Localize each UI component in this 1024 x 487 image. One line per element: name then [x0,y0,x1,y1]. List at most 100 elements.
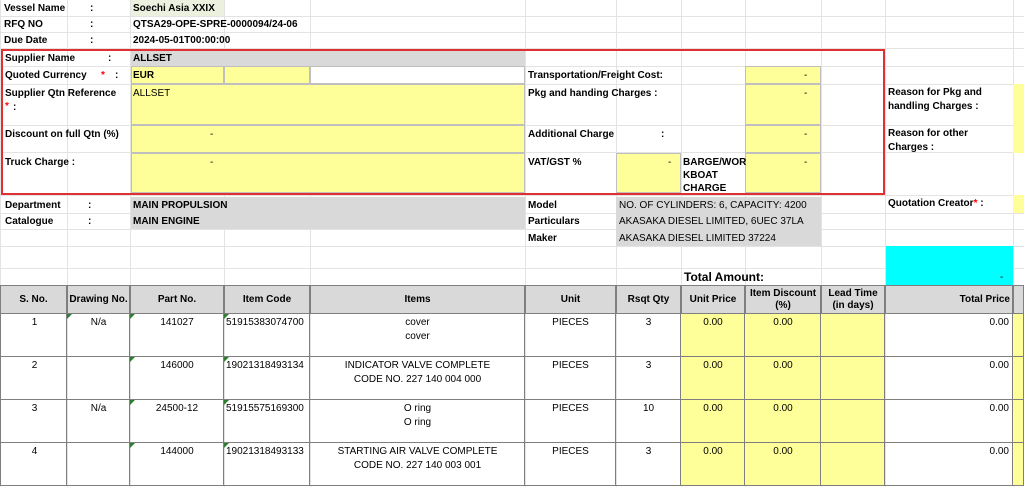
item-description-line-2: cover [405,331,430,342]
cell-unit-value: PIECES [552,446,589,457]
col-header-drawing[interactable]: Drawing No. [67,285,130,314]
cell-lead-time[interactable] [821,314,885,357]
truck-charge-input[interactable]: - [210,157,213,169]
rfq-no-colon: : [90,19,94,30]
cell-item-discount[interactable]: 0.00 [745,314,821,357]
cell-items: STARTING AIR VALVE COMPLETE CODE NO. 227 … [310,443,525,486]
department-value: MAIN PROPULSION [133,200,228,211]
col-header-items[interactable]: Items [310,285,525,314]
particulars-label: Particulars [528,216,580,227]
pkg-charges-input[interactable]: - [804,88,807,100]
cell-part-no: 141027 [130,314,224,357]
discount-full-qtn-input[interactable]: - [210,129,213,141]
cell-part-no-value: 144000 [160,446,194,457]
comment-indicator-icon [130,443,135,448]
transport-cost-input[interactable]: - [804,70,807,82]
col-header-item-code[interactable]: Item Code [224,285,310,314]
cell-extra[interactable] [1013,400,1024,443]
cell-sno-value: 3 [31,403,38,414]
item-description-line-2: CODE NO. 227 140 003 001 [353,460,482,471]
col-header-lead-time[interactable]: Lead Time (in days) [821,285,885,314]
cell-unit-price[interactable]: 0.00 [681,443,745,486]
cell-total-price: 0.00 [885,443,1013,486]
rfq-no-value[interactable]: QTSA29-OPE-SPRE-0000094/24-06 [133,19,298,31]
cell-lead-time[interactable] [821,443,885,486]
cell-qty-value: 3 [645,317,652,328]
supplier-qtn-ref-label: Supplier Qtn Reference [5,88,117,99]
supplier-name-value[interactable]: ALLSET [133,53,172,65]
department-label: Department [5,200,61,211]
cell-total-price: 0.00 [885,314,1013,357]
col-header-unit[interactable]: Unit [525,285,616,314]
due-date-value[interactable]: 2024-05-01T00:00:00 [133,35,230,47]
cell-total-price: 0.00 [885,357,1013,400]
cell-items: O ring O ring [310,400,525,443]
model-label: Model [528,200,557,211]
comment-indicator-icon [130,314,135,319]
cell-part-no: 144000 [130,443,224,486]
cell-qty-value: 3 [645,446,652,457]
col-header-part[interactable]: Part No. [130,285,224,314]
cell-sno: 4 [0,443,67,486]
cell-item-discount[interactable]: 0.00 [745,443,821,486]
additional-charge-colon: : [661,129,665,140]
additional-charge-label: Additional Charge [528,129,615,140]
cell-extra[interactable] [1013,357,1024,400]
cell-lead-time[interactable] [821,357,885,400]
col-header-qty[interactable]: Rsqt Qty [616,285,681,314]
supplier-qtn-ref-input[interactable]: ALLSET [133,88,170,100]
cell-part-no-value: 146000 [160,360,194,371]
total-amount-cell [886,246,1013,285]
pkg-reason-label-1: Reason for Pkg and [888,87,982,98]
cell-drawing: N/a [67,314,130,357]
cell-item-code: 51915575169300 [224,400,310,443]
cell-extra[interactable] [1013,314,1024,357]
cell-drawing [67,443,130,486]
barge-charge-label-1: BARGE/WOR [683,157,747,168]
cell-item-code-value: 51915383074700 [226,317,304,328]
transport-cost-label: Transportation/Freight Cost: [528,70,663,81]
col-header-item-discount[interactable]: Item Discount (%) [745,285,821,314]
cell-item-discount-value: 0.00 [773,446,793,457]
vessel-name-colon: : [90,3,94,14]
vessel-name-value[interactable]: Soechi Asia XXIX [133,3,215,15]
cell-unit-price[interactable]: 0.00 [681,357,745,400]
cell-item-discount[interactable]: 0.00 [745,357,821,400]
barge-charge-input[interactable]: - [804,157,807,169]
catalogue-label: Catalogue [5,216,54,227]
cell-sno: 1 [0,314,67,357]
cell-sno-value: 4 [31,446,38,457]
col-header-extra [1013,285,1024,314]
other-reason-label-2: Charges : [888,142,935,153]
comment-indicator-icon [67,314,72,319]
cell-drawing-value: N/a [90,317,107,328]
col-header-sno[interactable]: S. No. [0,285,67,314]
col-header-total-price[interactable]: Total Price [885,285,1013,314]
pkg-reason-label-2: handling Charges : [888,101,979,112]
cell-item-code: 19021318493133 [224,443,310,486]
cell-sno-value: 2 [31,360,38,371]
additional-charge-input[interactable]: - [804,129,807,141]
cell-lead-time[interactable] [821,400,885,443]
catalogue-value: MAIN ENGINE [133,216,200,227]
comment-indicator-icon [224,357,229,362]
cell-item-discount-value: 0.00 [773,360,793,371]
barge-charge-label-2: KBOAT [683,170,718,181]
cell-item-code: 19021318493134 [224,357,310,400]
cell-unit-value: PIECES [552,317,589,328]
col-header-unit-price[interactable]: Unit Price [681,285,745,314]
maker-value: AKASAKA DIESEL LIMITED 37224 [619,233,776,244]
cell-unit-price[interactable]: 0.00 [681,400,745,443]
cell-extra[interactable] [1013,443,1024,486]
supplier-name-colon: : [108,53,112,64]
cell-unit-price[interactable]: 0.00 [681,314,745,357]
total-amount-label: Total Amount: [684,270,764,284]
required-mark: * [101,70,105,81]
cell-unit-price-value: 0.00 [703,403,723,414]
vat-gst-input[interactable]: - [668,157,671,169]
cell-item-discount[interactable]: 0.00 [745,400,821,443]
quoted-currency-select[interactable]: EUR [133,70,154,82]
due-date-colon: : [90,35,94,46]
cell-unit: PIECES [525,443,616,486]
cell-qty: 10 [616,400,681,443]
